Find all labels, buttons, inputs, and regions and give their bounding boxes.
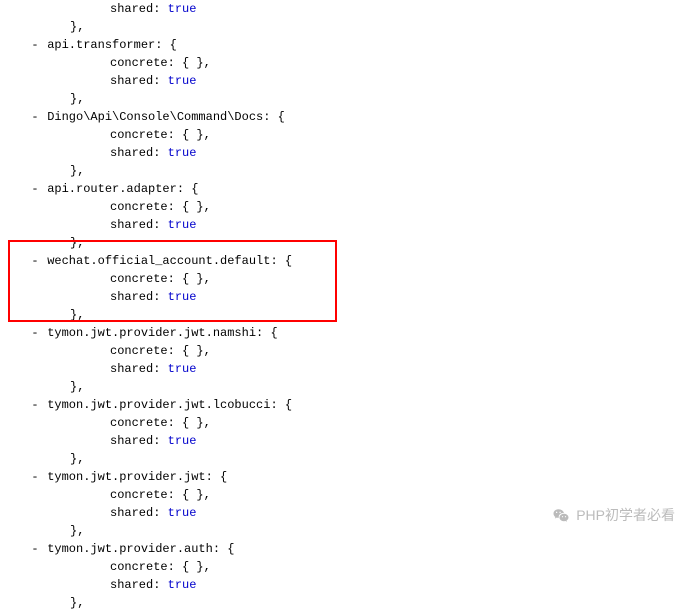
object-key[interactable]: - wechat.official_account.default: { — [10, 252, 675, 270]
property-concrete: concrete: { }, — [10, 54, 675, 72]
collapse-toggle-icon[interactable]: - — [30, 324, 40, 342]
collapse-toggle-icon[interactable]: - — [30, 396, 40, 414]
property-shared: shared: true — [10, 576, 675, 594]
property-concrete: concrete: { }, — [10, 126, 675, 144]
collapse-toggle-icon[interactable]: - — [30, 252, 40, 270]
property-shared: shared: true — [10, 216, 675, 234]
collapse-toggle-icon[interactable]: - — [30, 108, 40, 126]
block-close: }, — [10, 306, 675, 324]
property-concrete: concrete: { }, — [10, 414, 675, 432]
property-shared: shared: true — [10, 144, 675, 162]
object-key[interactable]: - Dingo\Api\Console\Command\Docs: { — [10, 108, 675, 126]
property-concrete: concrete: { }, — [10, 486, 675, 504]
property-shared: shared: true — [10, 288, 675, 306]
property-shared: shared: true — [10, 360, 675, 378]
block-close: }, — [10, 594, 675, 612]
block-close: }, — [10, 162, 675, 180]
block-close: }, — [10, 90, 675, 108]
property-shared: shared: true — [10, 0, 675, 18]
block-close: }, — [10, 450, 675, 468]
collapse-toggle-icon[interactable]: - — [30, 36, 40, 54]
property-concrete: concrete: { }, — [10, 342, 675, 360]
wechat-icon — [552, 507, 570, 525]
property-concrete: concrete: { }, — [10, 558, 675, 576]
object-key[interactable]: - tymon.jwt.provider.jwt: { — [10, 468, 675, 486]
object-key[interactable]: - tymon.jwt.provider.auth: { — [10, 540, 675, 558]
object-key[interactable]: - api.router.adapter: { — [10, 180, 675, 198]
object-key[interactable]: - tymon.jwt.provider.jwt.lcobucci: { — [10, 396, 675, 414]
object-key[interactable]: - tymon.jwt.provider.jwt.namshi: { — [10, 324, 675, 342]
block-close: }, — [10, 234, 675, 252]
watermark: PHP初学者必看 — [552, 505, 675, 526]
object-key[interactable]: - api.transformer: { — [10, 36, 675, 54]
property-shared: shared: true — [10, 432, 675, 450]
watermark-text: PHP初学者必看 — [576, 505, 675, 526]
block-close: }, — [10, 18, 675, 36]
collapse-toggle-icon[interactable]: - — [30, 540, 40, 558]
block-close: }, — [10, 378, 675, 396]
collapse-toggle-icon[interactable]: - — [30, 468, 40, 486]
property-concrete: concrete: { }, — [10, 270, 675, 288]
property-shared: shared: true — [10, 72, 675, 90]
property-concrete: concrete: { }, — [10, 198, 675, 216]
collapse-toggle-icon[interactable]: - — [30, 180, 40, 198]
